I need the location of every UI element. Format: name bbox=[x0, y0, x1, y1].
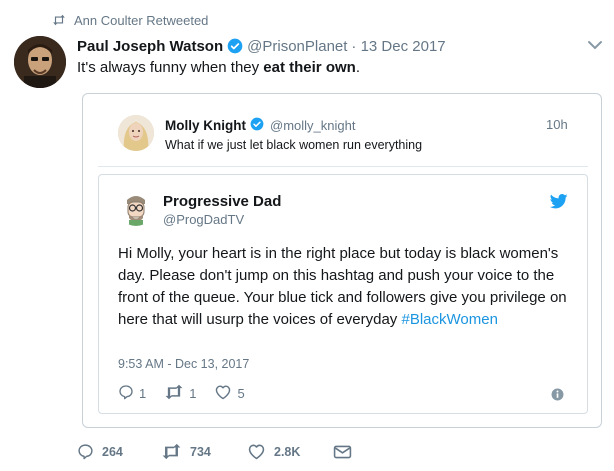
embedded-reply-count: 1 bbox=[139, 386, 147, 401]
like-count: 2.8K bbox=[274, 444, 301, 459]
avatar[interactable] bbox=[14, 36, 66, 88]
twitter-bird-icon[interactable] bbox=[549, 194, 568, 209]
tweet-text: It's always funny when they eat their ow… bbox=[77, 59, 360, 76]
reply-icon bbox=[77, 443, 94, 460]
embedded-author-name[interactable]: Progressive Dad bbox=[163, 193, 281, 210]
tweet-text-start: It's always funny when they bbox=[77, 59, 264, 76]
info-icon[interactable] bbox=[551, 388, 564, 401]
tweet-date[interactable]: · 13 Dec 2017 bbox=[351, 38, 445, 55]
author-name[interactable]: Paul Joseph Watson bbox=[77, 38, 223, 55]
tweet-text-bold: eat their own bbox=[263, 59, 356, 76]
quoted-author-name[interactable]: Molly Knight bbox=[165, 118, 246, 133]
avatar[interactable] bbox=[118, 190, 154, 226]
embedded-author-handle[interactable]: @ProgDadTV bbox=[163, 212, 244, 227]
embedded-like-button[interactable]: 5 bbox=[214, 384, 245, 403]
tweet-text-end: . bbox=[355, 59, 360, 76]
embedded-tweet-text: Hi Molly, your heart is in the right pla… bbox=[118, 243, 578, 331]
quoted-author-handle[interactable]: @molly_knight bbox=[270, 118, 355, 133]
tweet-actions: 264 734 2.8K bbox=[77, 443, 352, 460]
retweet-context: Ann Coulter Retweeted bbox=[52, 11, 208, 29]
heart-icon bbox=[247, 443, 266, 460]
avatar[interactable] bbox=[118, 115, 154, 151]
embedded-retweet-count: 1 bbox=[189, 386, 197, 401]
direct-message-button[interactable] bbox=[333, 444, 352, 460]
embedded-tweet-body: Hi Molly, your heart is in the right pla… bbox=[118, 245, 567, 328]
retweet-count: 734 bbox=[190, 444, 211, 459]
retweet-button[interactable]: 734 bbox=[161, 443, 247, 460]
embedded-reply-button[interactable]: 1 bbox=[118, 384, 146, 403]
embedded-retweet-button[interactable]: 1 bbox=[164, 384, 196, 403]
like-button[interactable]: 2.8K bbox=[247, 443, 333, 460]
embedded-tweet-actions: 1 1 5 bbox=[118, 384, 257, 403]
embedded-tweet-timestamp[interactable]: 9:53 AM - Dec 13, 2017 bbox=[118, 357, 249, 371]
retweet-icon bbox=[52, 14, 66, 26]
verified-icon bbox=[250, 117, 266, 133]
quoted-tweet-text: What if we just let black women run ever… bbox=[165, 138, 423, 152]
author-handle[interactable]: @PrisonPlanet bbox=[247, 38, 347, 55]
quoted-tweet-header: Molly Knight @molly_knight bbox=[165, 117, 355, 133]
divider bbox=[98, 166, 588, 167]
reply-count: 264 bbox=[102, 444, 123, 459]
message-icon bbox=[333, 444, 352, 460]
chevron-down-icon[interactable] bbox=[587, 38, 603, 52]
reply-button[interactable]: 264 bbox=[77, 443, 161, 460]
tweet-header: Paul Joseph Watson @PrisonPlanet · 13 De… bbox=[77, 36, 446, 56]
heart-icon bbox=[214, 384, 232, 403]
verified-icon bbox=[227, 38, 243, 54]
retweet-context-label[interactable]: Ann Coulter Retweeted bbox=[74, 13, 208, 28]
retweet-icon bbox=[161, 443, 182, 460]
embedded-like-count: 5 bbox=[237, 386, 245, 401]
reply-icon bbox=[118, 384, 134, 403]
quoted-tweet-time[interactable]: 10h bbox=[546, 117, 568, 132]
retweet-icon bbox=[164, 384, 184, 403]
hashtag-link[interactable]: #BlackWomen bbox=[401, 311, 497, 328]
